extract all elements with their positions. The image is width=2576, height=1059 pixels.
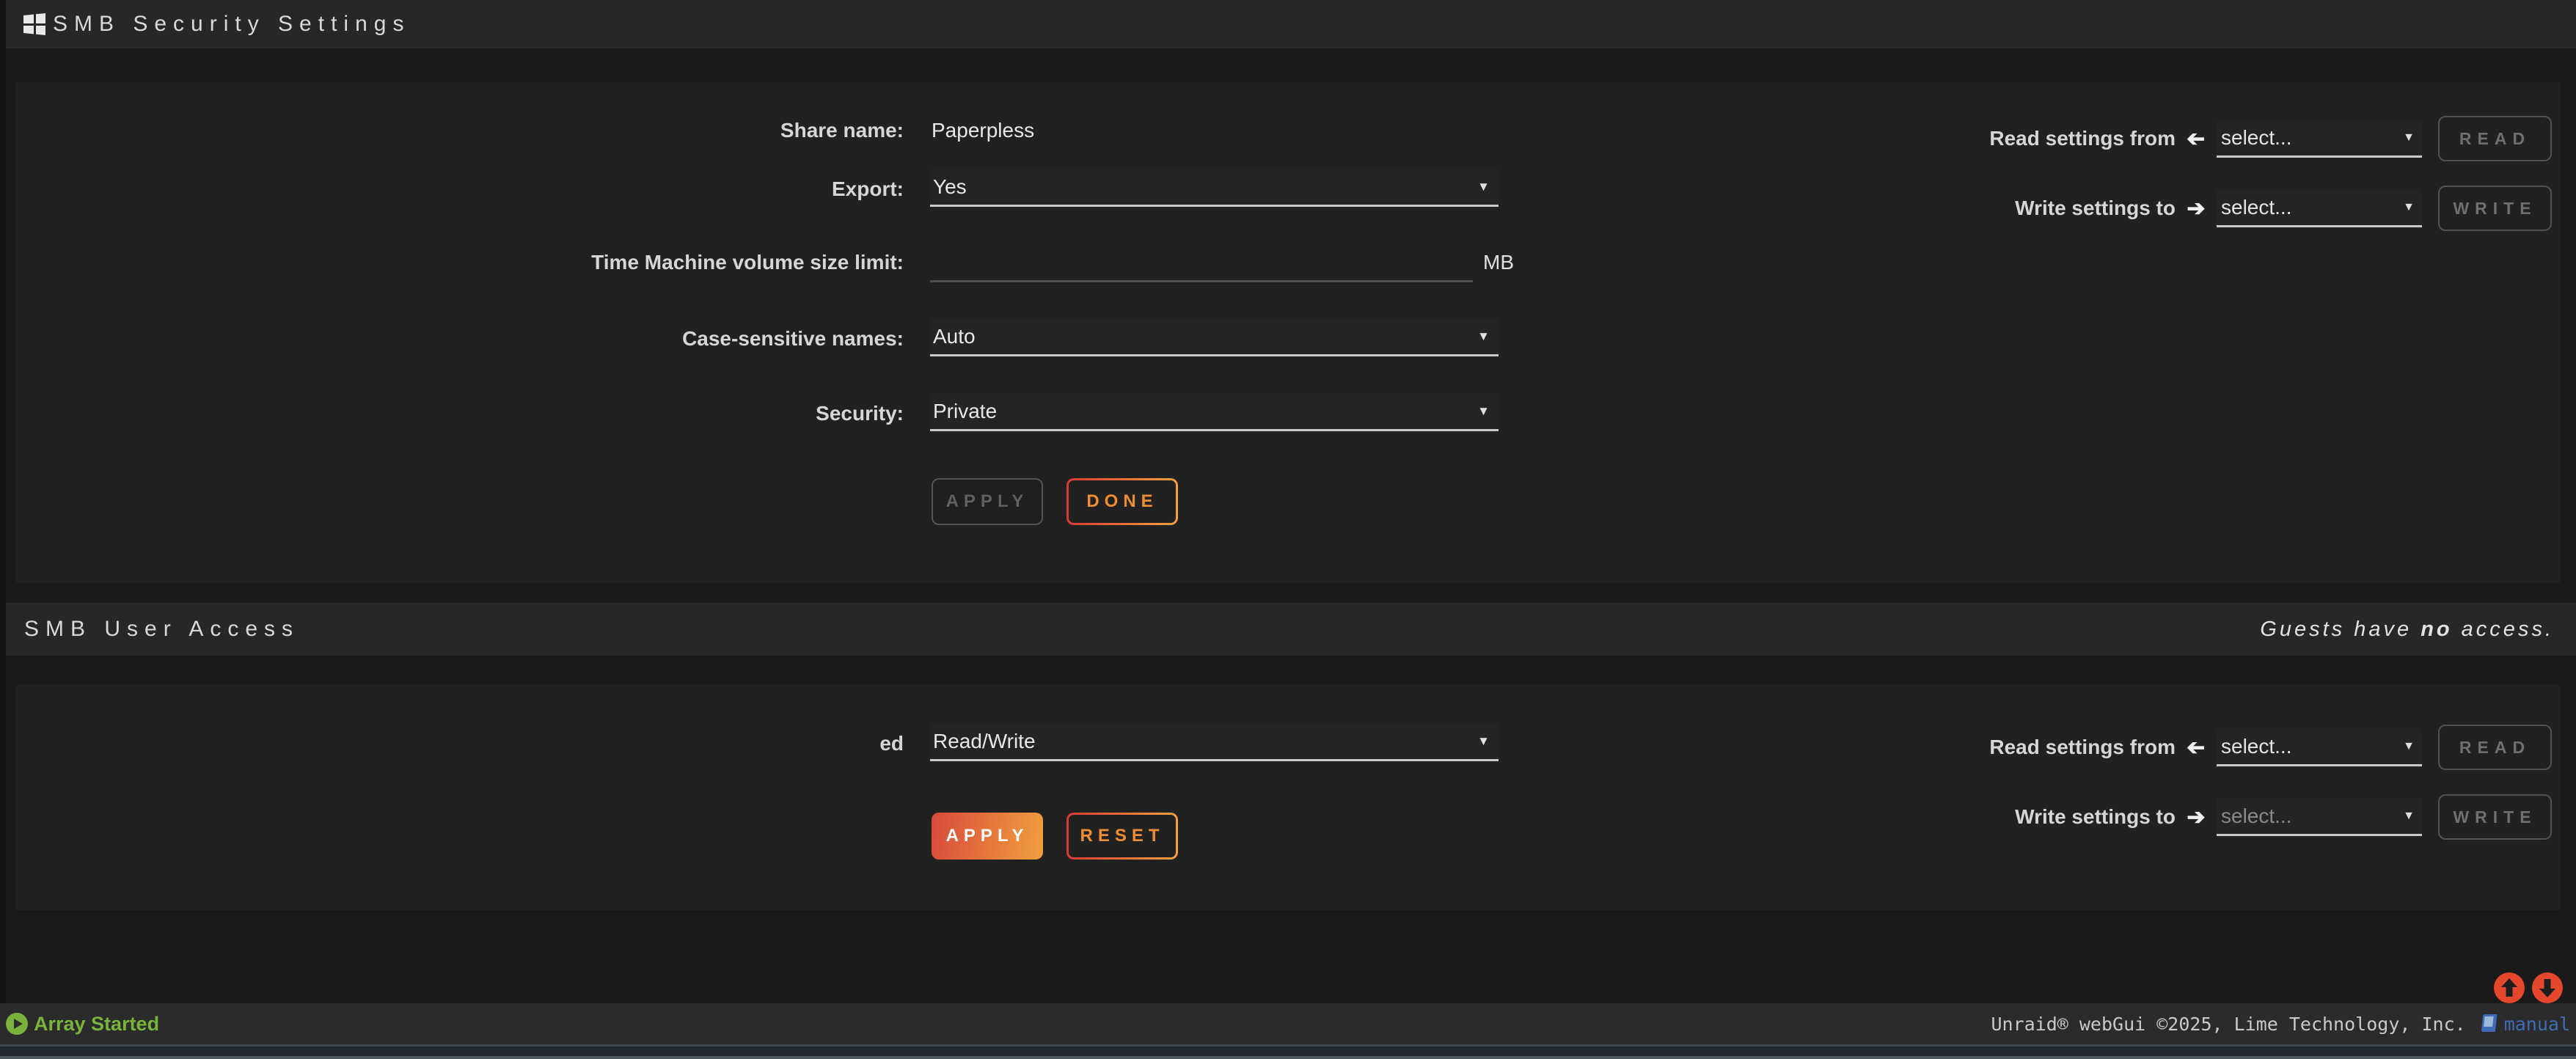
user-ed-label: ed bbox=[16, 732, 904, 755]
write-settings-select[interactable]: select... bbox=[2217, 189, 2422, 227]
bottom-edge-band bbox=[0, 1047, 2576, 1056]
array-started-icon bbox=[6, 1013, 28, 1035]
left-arrow-icon bbox=[2181, 126, 2211, 152]
settings-io-block: Read settings from select... READ Write … bbox=[1920, 82, 2553, 583]
user-ed-access-select[interactable]: Read/Write bbox=[930, 723, 1499, 761]
right-arrow-icon bbox=[2181, 196, 2211, 221]
write-settings-select[interactable]: select... bbox=[2217, 798, 2422, 836]
apply-button[interactable]: APPLY bbox=[932, 478, 1043, 525]
export-label: Export: bbox=[16, 177, 904, 201]
windows-logo-icon bbox=[23, 13, 45, 35]
reset-button[interactable]: RESET bbox=[1066, 813, 1178, 860]
share-name-value: Paperpless bbox=[932, 119, 1034, 142]
smb-user-access-panel: ed Read/Write APPLY RESET Read settings … bbox=[16, 685, 2560, 910]
array-status-text: Array Started bbox=[34, 1013, 159, 1036]
mb-suffix: MB bbox=[1483, 251, 1514, 274]
manual-link[interactable]: manual bbox=[2504, 1014, 2570, 1035]
export-select[interactable]: Yes bbox=[930, 169, 1499, 207]
read-settings-from-label: Read settings from bbox=[1920, 736, 2176, 759]
smb-security-settings-header: SMB Security Settings bbox=[6, 0, 2576, 48]
smb-user-access-header: SMB User Access Guests have no access. bbox=[6, 603, 2576, 656]
page-title: SMB Security Settings bbox=[53, 12, 410, 37]
copyright-text: Unraid® webGui ©2025, Lime Technology, I… bbox=[1991, 1014, 2570, 1035]
scroll-to-top-button[interactable] bbox=[2494, 972, 2525, 1003]
smb-security-settings-panel: Share name: Paperpless Export: Yes Time … bbox=[16, 82, 2560, 583]
scroll-to-bottom-button[interactable] bbox=[2532, 972, 2563, 1003]
left-edge-strip bbox=[0, 0, 6, 1003]
security-label: Security: bbox=[16, 402, 904, 425]
share-name-label: Share name: bbox=[16, 119, 904, 142]
read-button[interactable]: READ bbox=[2438, 116, 2552, 161]
read-settings-select[interactable]: select... bbox=[2217, 728, 2422, 766]
read-button[interactable]: READ bbox=[2438, 725, 2552, 770]
read-settings-from-label: Read settings from bbox=[1920, 127, 2176, 150]
section-title: SMB User Access bbox=[24, 617, 299, 642]
write-settings-to-label: Write settings to bbox=[1920, 197, 2176, 220]
right-arrow-icon bbox=[2181, 805, 2211, 830]
time-machine-limit-label: Time Machine volume size limit: bbox=[16, 251, 904, 274]
left-arrow-icon bbox=[2181, 735, 2211, 761]
case-sensitive-label: Case-sensitive names: bbox=[16, 327, 904, 351]
case-sensitive-select[interactable]: Auto bbox=[930, 318, 1499, 356]
done-button[interactable]: DONE bbox=[1066, 478, 1178, 525]
apply-button[interactable]: APPLY bbox=[932, 813, 1043, 860]
footer-bar: Array Started Unraid® webGui ©2025, Lime… bbox=[0, 1003, 2576, 1044]
write-settings-to-label: Write settings to bbox=[1920, 805, 2176, 829]
guests-access-note: Guests have no access. bbox=[2260, 618, 2554, 642]
manual-book-icon bbox=[2479, 1014, 2498, 1034]
read-settings-select[interactable]: select... bbox=[2217, 120, 2422, 158]
array-status: Array Started bbox=[6, 1013, 159, 1036]
settings-io-block: Read settings from select... READ Write … bbox=[1920, 685, 2553, 910]
write-button[interactable]: WRITE bbox=[2438, 794, 2552, 840]
bottom-edge-highlight bbox=[0, 1056, 2576, 1059]
page-scroll-buttons bbox=[2494, 972, 2563, 1003]
write-button[interactable]: WRITE bbox=[2438, 186, 2552, 231]
time-machine-limit-input[interactable] bbox=[930, 246, 1473, 282]
security-select[interactable]: Private bbox=[930, 393, 1499, 431]
